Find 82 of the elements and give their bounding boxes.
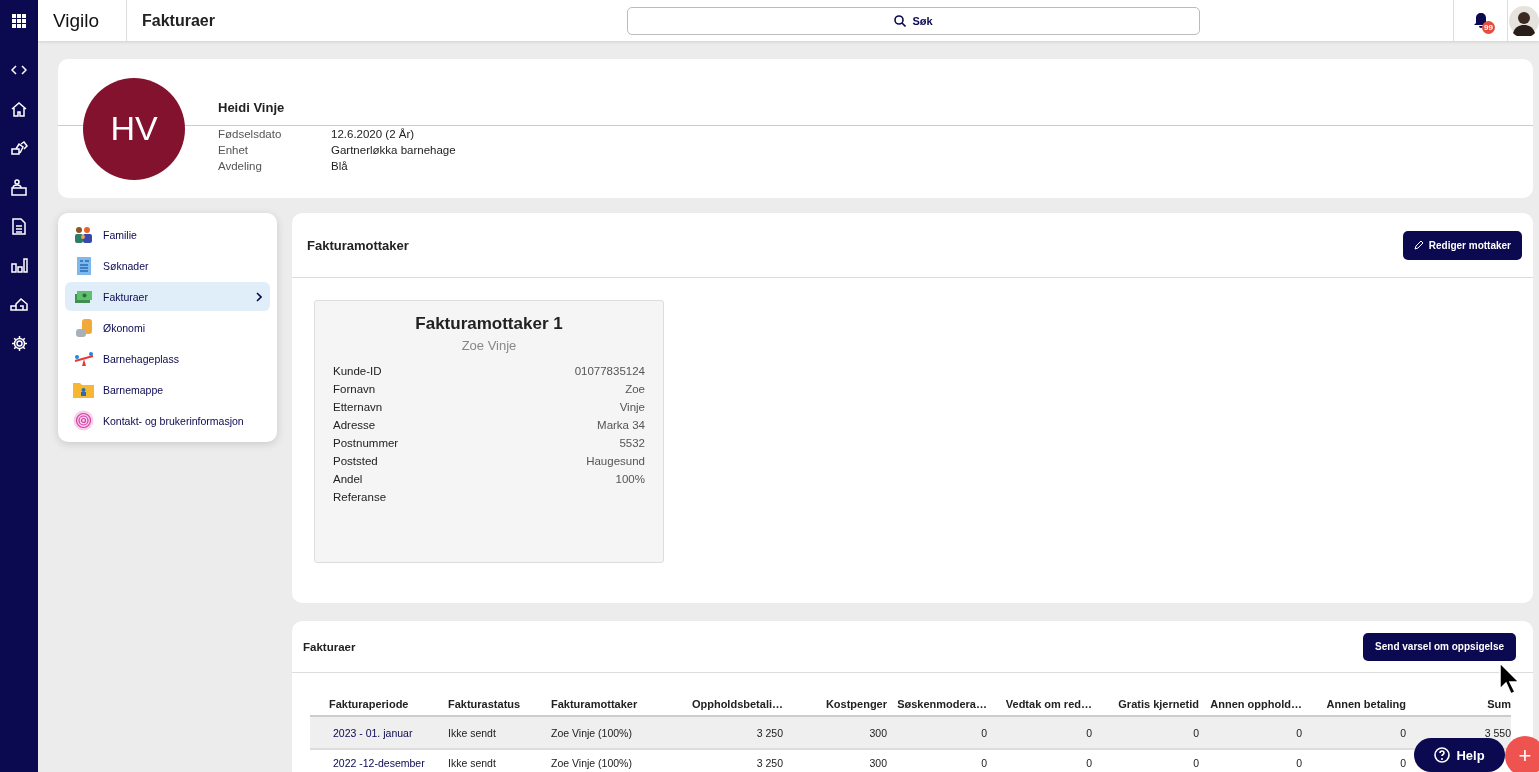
table-cell: 0 <box>1086 726 1092 739</box>
form-icon <box>76 256 91 275</box>
table-cell: 0 <box>1086 757 1092 769</box>
coins-icon <box>74 318 93 337</box>
field-value: 5532 <box>618 437 645 449</box>
field-label: Postnummer <box>333 437 400 449</box>
table-cell: 0 <box>981 757 987 769</box>
edit-button[interactable]: Rediger mottaker <box>1402 230 1522 260</box>
search-field[interactable]: Søk <box>627 6 1200 35</box>
seesaw-icon <box>73 351 94 366</box>
period-link[interactable]: 2022 -12-desember <box>333 757 425 769</box>
field-label: Adresse <box>333 419 377 431</box>
field-label: Poststed <box>333 455 379 467</box>
settings-icon[interactable] <box>10 334 28 352</box>
field-label: Kunde-ID <box>333 365 383 377</box>
table-cell: 0 <box>1400 757 1406 769</box>
field-value: Haugesund <box>585 455 645 467</box>
avatar-icon[interactable] <box>1508 5 1539 36</box>
field-label: Etternavn <box>333 401 384 413</box>
table-cell: Zoe Vinje (100%) <box>551 726 632 739</box>
notification-badge: 99 <box>1482 21 1495 34</box>
child-name: Heidi Vinje <box>218 98 286 117</box>
table-cell: 0 <box>981 726 987 739</box>
field-value: Blå <box>331 159 349 172</box>
card-title: Fakturamottaker 1 <box>414 314 564 334</box>
panel-title: Fakturaer <box>303 640 356 653</box>
home-icon[interactable] <box>11 101 27 117</box>
menu-item[interactable]: Økonomi <box>65 313 270 342</box>
table-cell: Zoe Vinje (100%) <box>551 757 632 769</box>
table-cell: 0 <box>1193 726 1199 739</box>
table-cell: 0 <box>1400 726 1406 739</box>
field-label: Fornavn <box>333 383 377 395</box>
field-label: Avdeling <box>218 159 263 172</box>
banknotes-icon <box>75 290 92 303</box>
page-title: Fakturaer <box>141 11 216 30</box>
table-cell: 3 550 <box>1484 726 1511 739</box>
table-cell: 300 <box>869 726 887 739</box>
table-cell: Ikke sendt <box>448 726 496 739</box>
table-cell: 300 <box>869 757 887 769</box>
menu-item[interactable]: Barnehageplass <box>65 344 270 373</box>
table-cell: 0 <box>1296 726 1302 739</box>
field-value: 12.6.2020 (2 År) <box>331 127 416 140</box>
field-label: Fødselsdato <box>218 127 283 140</box>
field-label: Referanse <box>333 491 388 503</box>
document-icon[interactable] <box>12 217 26 235</box>
code-icon[interactable] <box>11 65 27 75</box>
chevron-icon <box>256 291 262 302</box>
panel-title: Fakturamottaker <box>307 237 409 253</box>
pencil-icon <box>1413 240 1424 250</box>
table-cell: 3 250 <box>756 726 783 739</box>
help-button[interactable]: Help <box>1414 738 1505 772</box>
menu-item[interactable]: Fakturaer <box>65 282 270 311</box>
house-icon[interactable] <box>10 297 28 311</box>
folder-icon <box>73 381 94 398</box>
menu-item[interactable]: Familie <box>65 220 270 249</box>
field-label: Andel <box>333 473 364 485</box>
menu-item[interactable]: Kontakt- og brukerinformasjon <box>65 406 270 435</box>
app-name: Vigilo <box>53 9 100 32</box>
field-value: 100% <box>614 473 645 485</box>
card-subtitle: Zoe Vinje <box>460 338 518 353</box>
search-icon <box>894 14 907 27</box>
initials-avatar: HV <box>83 77 185 180</box>
table-cell: 0 <box>1193 757 1199 769</box>
field-value: Vinje <box>618 401 645 413</box>
blocks-icon[interactable] <box>10 141 28 155</box>
field-value: 01077835124 <box>574 365 645 377</box>
fingerprint-icon <box>73 410 94 431</box>
table-cell: Ikke sendt <box>448 757 496 769</box>
table-cell: 0 <box>1296 757 1302 769</box>
question-icon <box>1434 747 1451 763</box>
menu-item[interactable]: Søknader <box>65 251 270 280</box>
field-value: Gartnerløkka barnehage <box>331 143 457 156</box>
field-label: Enhet <box>218 143 250 156</box>
bar-chart-icon[interactable] <box>10 257 28 273</box>
notice-button[interactable]: Send varsel om oppsigelse <box>1363 632 1516 661</box>
menu-item[interactable]: Barnemappe <box>65 375 270 404</box>
field-value: Zoe <box>624 383 645 395</box>
family-icon <box>74 226 93 243</box>
table-cell: 3 250 <box>756 757 783 769</box>
field-value: Marka 34 <box>596 419 645 431</box>
person-desk-icon[interactable] <box>11 178 27 196</box>
apps-grid-icon[interactable] <box>12 13 26 28</box>
